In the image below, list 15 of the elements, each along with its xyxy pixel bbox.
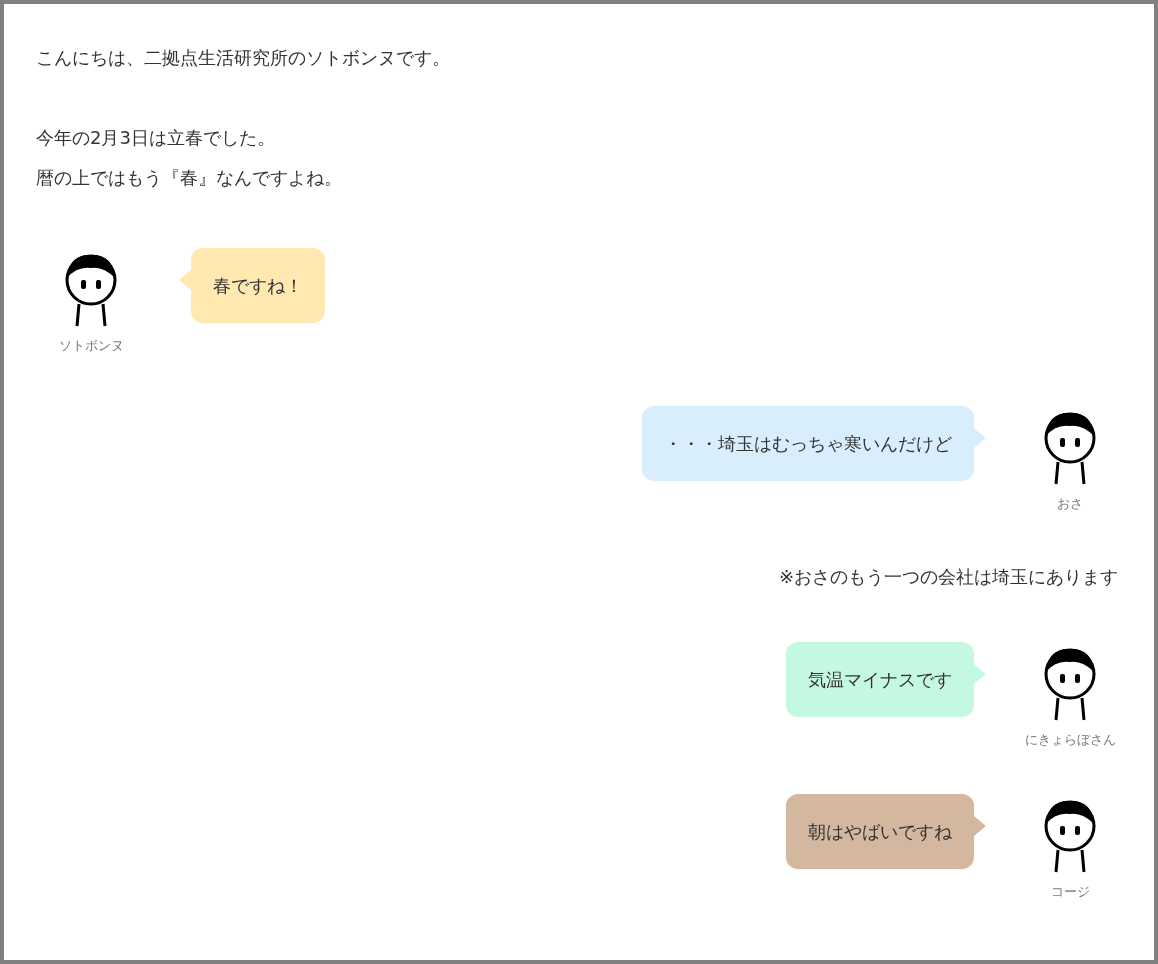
speech-bubble: 朝はやばいですね <box>786 793 974 869</box>
paragraph-text: 暦の上ではもう『春』なんですよね。 <box>36 166 343 190</box>
bubble-tail <box>974 427 986 448</box>
paragraph-text: 今年の2月3日は立春でした。 <box>36 126 276 150</box>
paragraph-text: こんにちは、二拠点生活研究所のソトボンヌです。 <box>36 46 451 70</box>
speaker-name: ソトボンヌ <box>58 337 124 355</box>
bubble-tail <box>974 664 986 684</box>
speech-bubble: 気温マイナスです <box>786 642 974 717</box>
note-text: ※おさのもう一つの会社は埼玉にあります <box>778 565 1118 589</box>
speaker-name: コージ <box>1050 882 1090 901</box>
speaker-name: おさ <box>1057 494 1083 513</box>
bubble-tail <box>974 815 986 836</box>
speaker-name: にきょらぼさん <box>1024 731 1116 749</box>
speech-bubble: 春ですね！ <box>191 248 325 323</box>
speech-bubble: ・・・埼玉はむっちゃ寒いんだけど <box>642 405 974 481</box>
